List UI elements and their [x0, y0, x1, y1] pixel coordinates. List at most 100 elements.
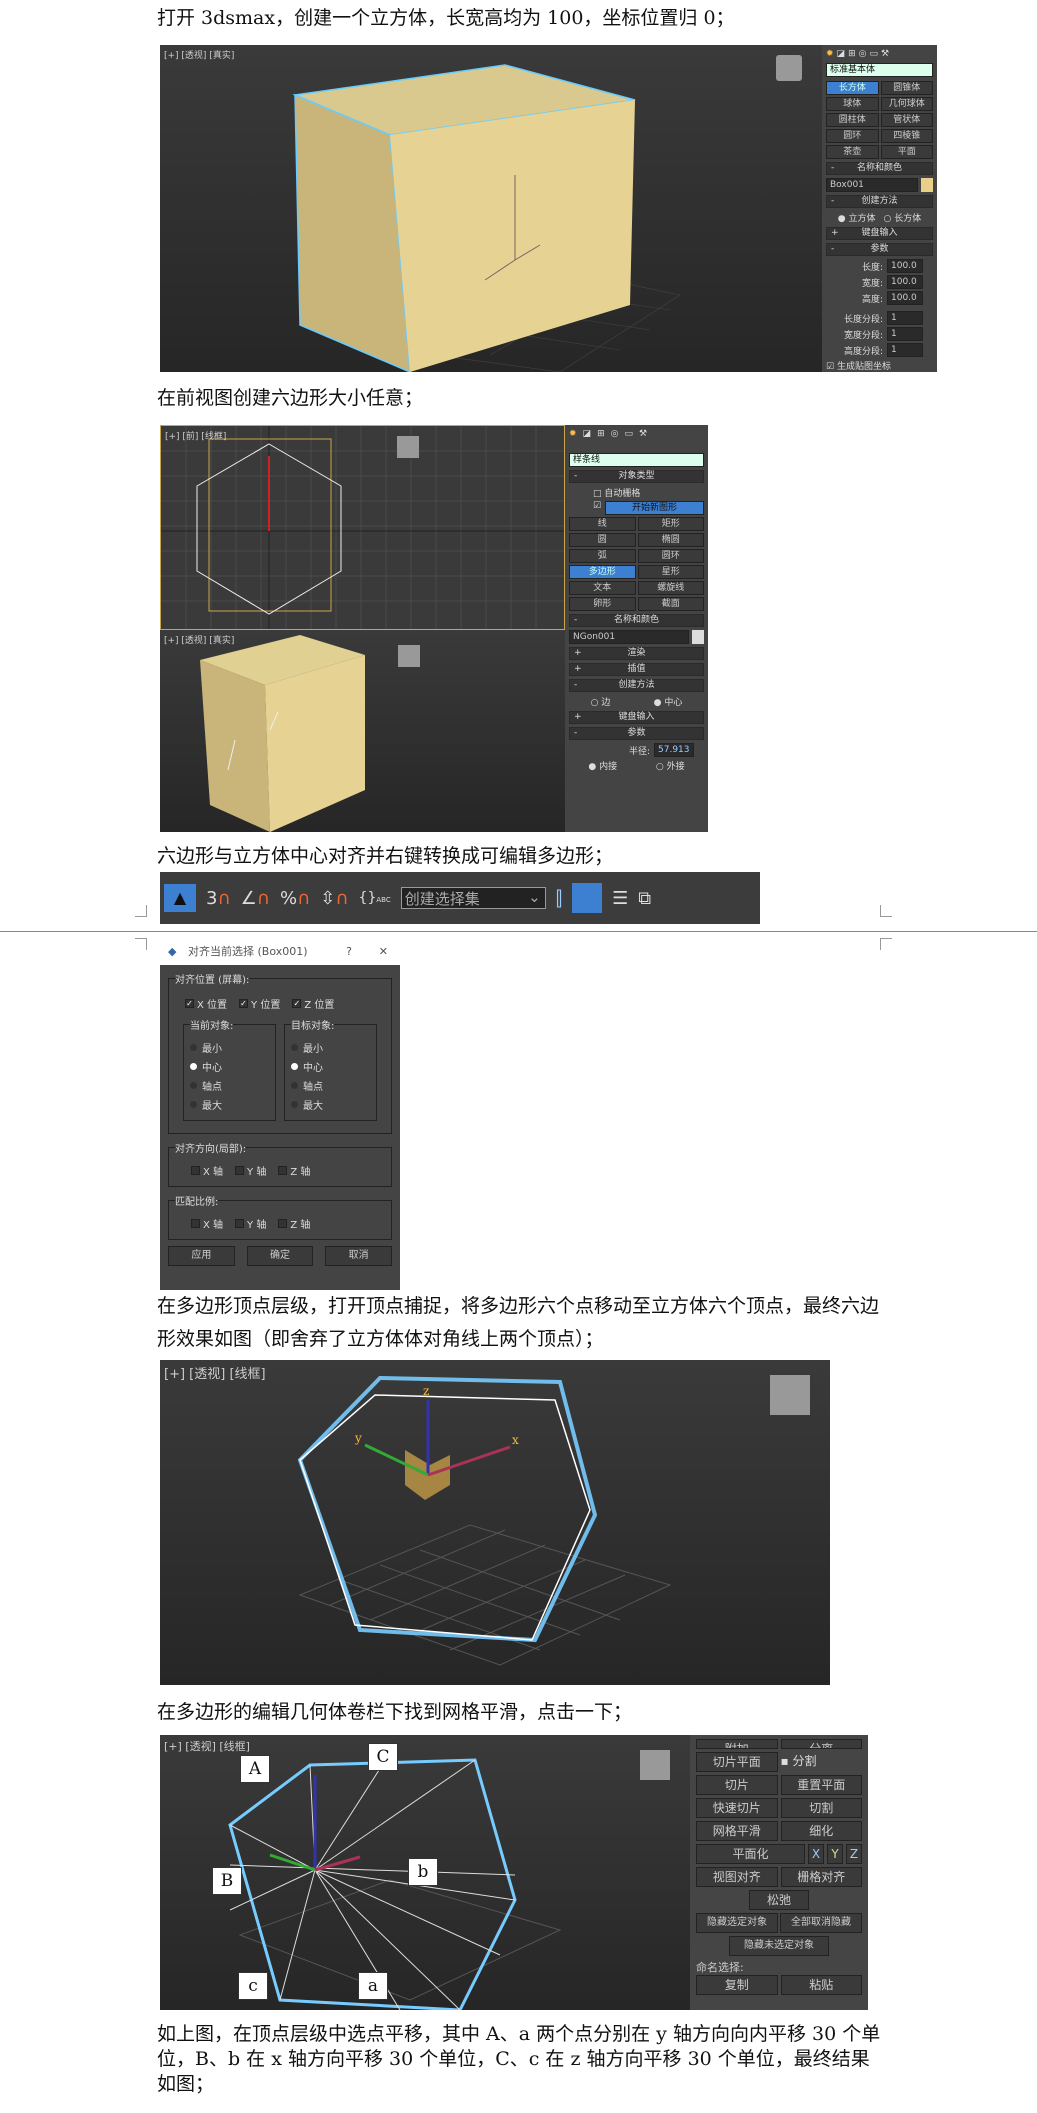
color-swatch[interactable] [692, 630, 704, 644]
object-type-button[interactable]: 球体 [826, 97, 879, 111]
spinner-snap-icon[interactable]: ⇳∩ [320, 888, 348, 909]
radio-circumscribed[interactable]: ○ 外接 [656, 759, 685, 772]
close-button[interactable]: ✕ [379, 938, 388, 965]
rollout-creation[interactable]: - 创建方法 [569, 679, 704, 692]
x-axis-checkbox[interactable]: X 轴 [191, 1216, 223, 1231]
rollout-keyboard[interactable]: + 键盘输入 [569, 711, 704, 724]
shape-button[interactable]: 圆环 [637, 549, 704, 563]
radio-pivot[interactable]: 轴点 [291, 1078, 370, 1093]
object-type-button[interactable]: 平面 [880, 145, 933, 159]
planarize-z-button[interactable]: Z [846, 1844, 862, 1864]
viewcube-icon[interactable] [776, 55, 802, 81]
radio-cube[interactable]: ● 立方体 [838, 211, 876, 224]
layer-explorer-icon[interactable]: ☰ [612, 888, 628, 909]
planarize-x-button[interactable]: X [808, 1844, 824, 1864]
rollout-rendering[interactable]: + 渲染 [569, 647, 704, 660]
arrow-up-button[interactable]: ▲ [164, 884, 196, 912]
meshsmooth-button[interactable]: 网格平滑 [696, 1821, 778, 1841]
shape-button[interactable]: 卵形 [569, 597, 636, 611]
unhide-all-button[interactable]: 全部取消隐藏 [780, 1913, 862, 1933]
object-type-button[interactable]: 茶壶 [826, 145, 879, 159]
radio-min[interactable]: 最小 [190, 1040, 269, 1055]
y-axis-checkbox[interactable]: Y 轴 [235, 1163, 266, 1178]
object-type-button[interactable]: 管状体 [880, 113, 933, 127]
y-axis-checkbox[interactable]: Y 轴 [235, 1216, 266, 1231]
rollout-creation[interactable]: - 创建方法 [826, 195, 933, 208]
panel-tabs[interactable]: ✹ ◪ ⊞ ◎ ▭ ⚒ [826, 49, 933, 59]
display-tab-icon[interactable]: ▭ [869, 49, 878, 59]
angle-snap-icon[interactable]: ∠∩ [241, 888, 270, 909]
motion-tab-icon[interactable]: ◎ [611, 429, 619, 439]
ok-button[interactable]: 确定 [246, 1246, 314, 1266]
cancel-button[interactable]: 取消 [325, 1246, 393, 1266]
quickslice-button[interactable]: 快速切片 [696, 1798, 778, 1818]
panel-tabs[interactable]: ✹ ◪ ⊞ ◎ ▭ ⚒ [569, 429, 704, 439]
detach-button[interactable]: 分离 [780, 1739, 862, 1749]
radio-inscribed[interactable]: ● 内接 [588, 759, 617, 772]
category-dropdown[interactable]: 标准基本体 [826, 63, 933, 77]
modify-tab-icon[interactable]: ◪ [583, 429, 592, 439]
length-field[interactable]: 100.0 [887, 259, 923, 273]
start-new-shape-button[interactable]: 开始新图形 [605, 501, 704, 515]
slice-button[interactable]: 切片 [696, 1775, 778, 1795]
viewcube-icon[interactable] [770, 1375, 810, 1415]
z-axis-checkbox[interactable]: Z 轴 [278, 1216, 310, 1231]
z-position-checkbox[interactable]: ✓ Z 位置 [292, 996, 334, 1011]
hierarchy-tab-icon[interactable]: ⊞ [848, 49, 856, 59]
snap-toggle[interactable]: 3∩ [206, 888, 231, 909]
tessellate-button[interactable]: 细化 [780, 1821, 862, 1841]
rollout-object-type[interactable]: - 对象类型 [569, 470, 704, 483]
copy-button[interactable]: 复制 [696, 1975, 778, 1995]
selection-set-dropdown[interactable]: 创建选择集 ⌄ [400, 887, 546, 909]
shape-button[interactable]: 多边形 [569, 565, 636, 579]
shape-button[interactable]: 螺旋线 [637, 581, 704, 595]
perspective-viewport[interactable]: [+] [透视] [真实] [160, 630, 565, 832]
view-align-button[interactable]: 视图对齐 [696, 1867, 778, 1887]
object-type-button[interactable]: 圆锥体 [880, 81, 933, 95]
edit-named-sets-icon[interactable]: {}ABC [359, 890, 391, 906]
radio-center[interactable]: 中心 [291, 1059, 370, 1074]
reset-plane-button[interactable]: 重置平面 [780, 1775, 862, 1795]
paste-button[interactable]: 粘贴 [780, 1975, 862, 1995]
object-type-button[interactable]: 四棱锥 [880, 129, 933, 143]
percent-snap-icon[interactable]: %∩ [280, 888, 310, 909]
modify-tab-icon[interactable]: ◪ [837, 49, 846, 59]
shape-button[interactable]: 线 [569, 517, 636, 531]
cut-button[interactable]: 切割 [780, 1798, 862, 1818]
category-dropdown[interactable]: 样条线 [569, 453, 704, 467]
relax-button[interactable]: 松弛 [749, 1890, 809, 1910]
rollout-keyboard[interactable]: + 键盘输入 [826, 227, 933, 240]
gen-mapping-checkbox[interactable]: ☑ 生成贴图坐标 [826, 359, 933, 372]
radio-pivot[interactable]: 轴点 [190, 1078, 269, 1093]
shape-button[interactable]: 截面 [637, 597, 704, 611]
rollout-name-color[interactable]: - 名称和颜色 [826, 162, 933, 175]
auto-grid-checkbox[interactable]: □ 自动栅格 [569, 486, 704, 499]
hide-selected-button[interactable]: 隐藏选定对象 [696, 1913, 778, 1933]
perspective-viewport[interactable]: [+] [透视] [线框] A C B b c a [160, 1735, 690, 2010]
align-icon[interactable] [572, 883, 603, 913]
width-field[interactable]: 100.0 [887, 275, 923, 289]
object-type-button[interactable]: 圆环 [826, 129, 879, 143]
radio-center[interactable]: ● 中心 [654, 695, 683, 708]
rollout-params[interactable]: - 参数 [826, 243, 933, 256]
front-viewport[interactable]: [+] [前] [线框] [160, 425, 565, 630]
split-checkbox[interactable]: ▪ 分割 [781, 1752, 863, 1772]
shape-button[interactable]: 椭圆 [637, 533, 704, 547]
hierarchy-tab-icon[interactable]: ⊞ [597, 429, 605, 439]
hide-unselected-button[interactable]: 隐藏未选定对象 [729, 1936, 829, 1956]
perspective-viewport[interactable]: [+] [透视] [线框] z y x [160, 1360, 830, 1685]
y-position-checkbox[interactable]: ✓ Y 位置 [239, 996, 280, 1011]
length-segs-field[interactable]: 1 [887, 311, 923, 325]
shape-button[interactable]: 弧 [569, 549, 636, 563]
mirror-icon[interactable]: ⫿ [556, 886, 562, 910]
help-button[interactable]: ? [346, 938, 352, 965]
width-segs-field[interactable]: 1 [887, 327, 923, 341]
radio-max[interactable]: 最大 [190, 1097, 269, 1112]
scene-explorer-icon[interactable]: ⧉ [638, 888, 651, 909]
shape-button[interactable]: 圆 [569, 533, 636, 547]
name-field[interactable]: Box001 [826, 178, 918, 192]
planarize-button[interactable]: 平面化 [696, 1844, 805, 1864]
start-new-shape-checkbox[interactable]: ☑ [593, 501, 601, 515]
radio-edge[interactable]: ○ 边 [591, 695, 611, 708]
radius-field[interactable]: 57.913 [654, 743, 694, 757]
